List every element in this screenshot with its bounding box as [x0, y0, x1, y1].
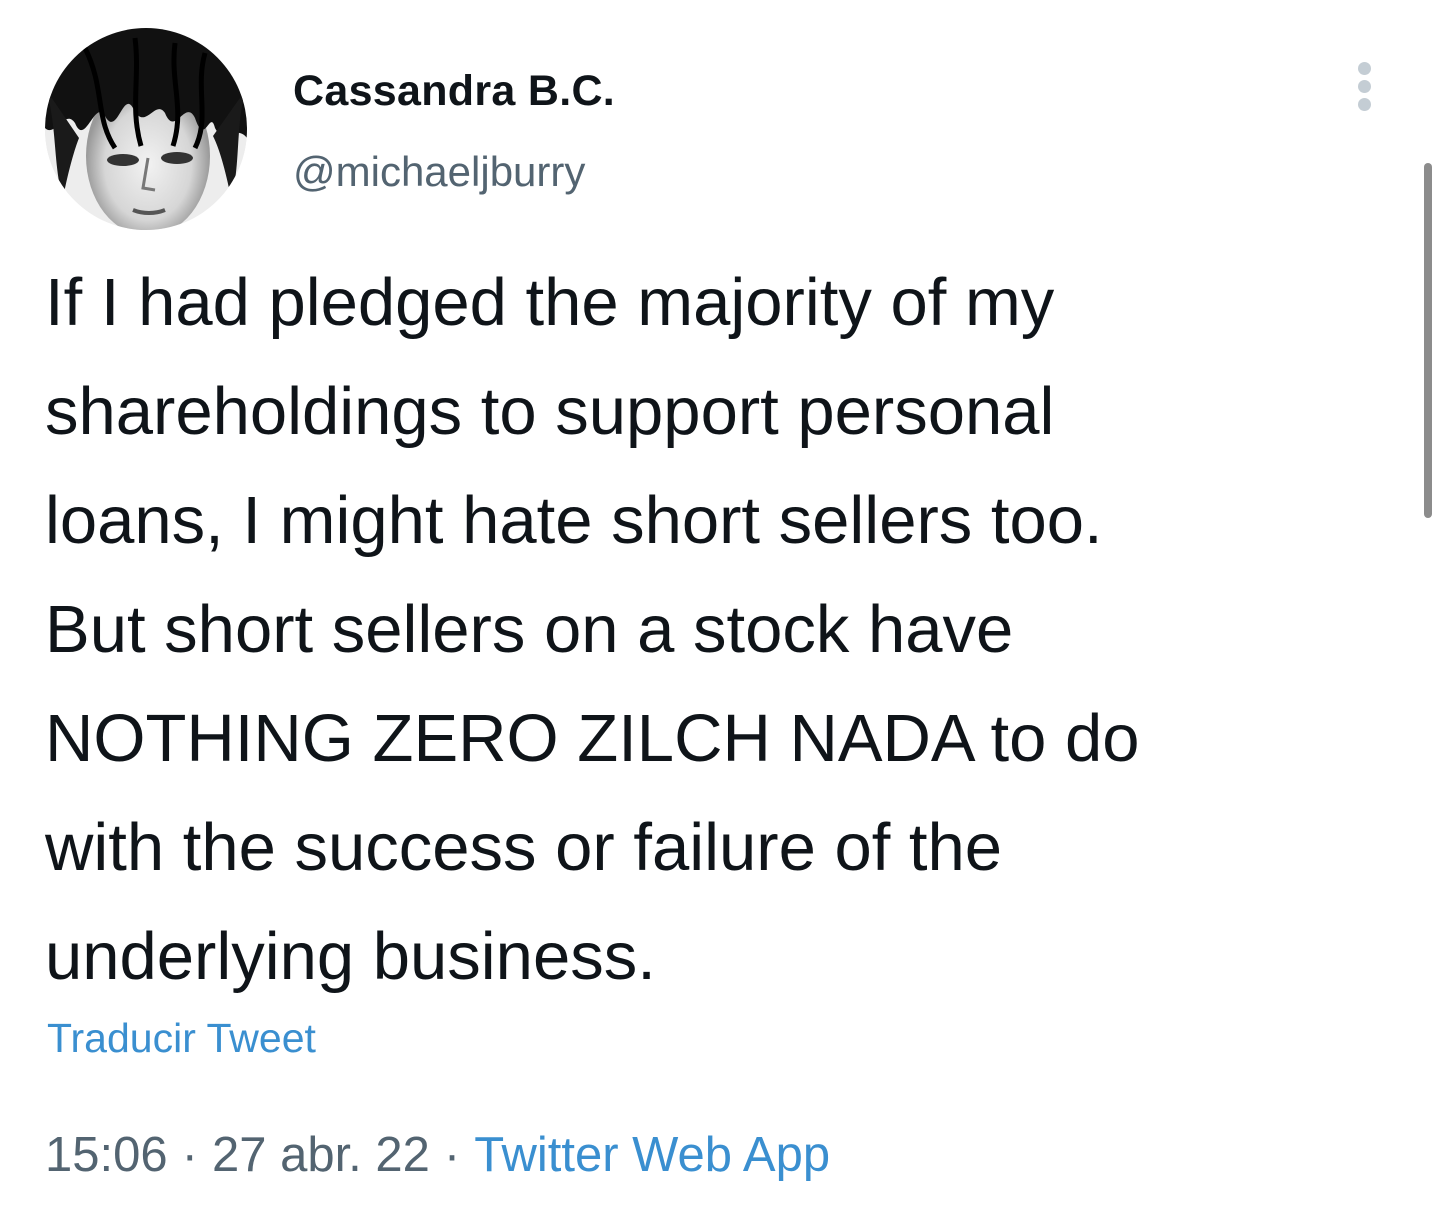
separator: ·: [443, 1128, 461, 1182]
profile-photo-icon: [45, 28, 247, 230]
tweet-text-line: with the success or failure of the: [45, 810, 1003, 885]
tweet-text-line: underlying business.: [45, 919, 656, 994]
scrollbar[interactable]: [1424, 163, 1432, 518]
more-vertical-icon: [1358, 80, 1371, 93]
tweet-text: If I had pledged the majority of my shar…: [45, 248, 1405, 1011]
tweet-text-line: loans, I might hate short sellers too.: [45, 483, 1103, 558]
separator: ·: [181, 1128, 198, 1182]
tweet-text-line: NOTHING ZERO ZILCH NADA to do: [45, 701, 1140, 776]
translate-tweet-link[interactable]: Traducir Tweet: [47, 1013, 316, 1063]
tweet-metadata: 15:06 · 27 abr. 22 · Twitter Web App: [45, 1125, 830, 1185]
tweet-text-line: shareholdings to support personal: [45, 374, 1055, 449]
more-vertical-icon: [1358, 98, 1371, 111]
tweet-source-link[interactable]: Twitter Web App: [474, 1128, 830, 1182]
tweet-detail: Cassandra B.C. @michaeljburry If I had p…: [0, 0, 1440, 1209]
tweet-time[interactable]: 15:06: [45, 1128, 168, 1182]
more-options-button[interactable]: [1344, 58, 1388, 114]
tweet-date[interactable]: 27 abr. 22: [212, 1128, 430, 1182]
tweet-text-line: If I had pledged the majority of my: [45, 265, 1055, 340]
avatar[interactable]: [45, 28, 247, 230]
more-vertical-icon: [1358, 62, 1371, 75]
author-display-name[interactable]: Cassandra B.C.: [293, 66, 615, 116]
author-handle[interactable]: @michaeljburry: [293, 147, 585, 197]
tweet-text-line: But short sellers on a stock have: [45, 592, 1014, 667]
